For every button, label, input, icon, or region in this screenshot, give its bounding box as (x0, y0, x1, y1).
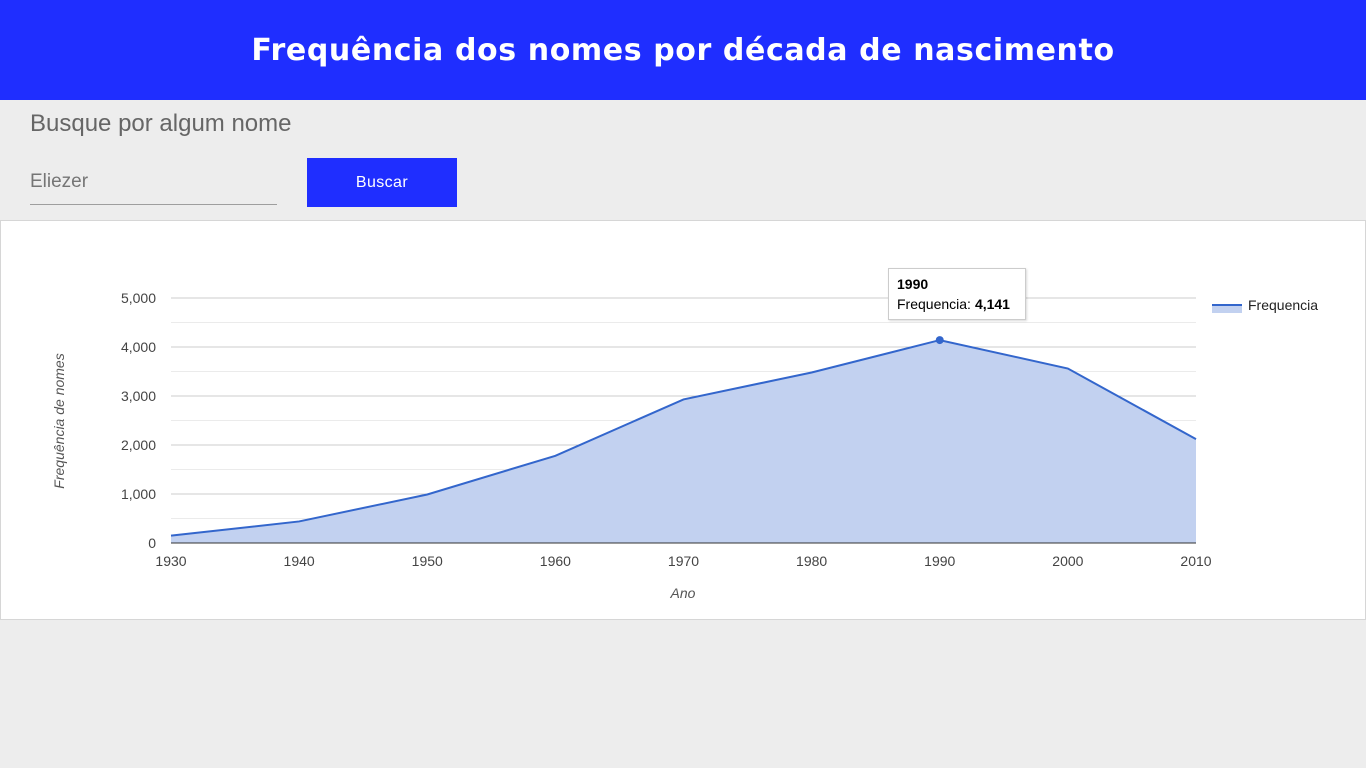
tooltip-value: 4,141 (974, 296, 1010, 312)
chart-panel: 0 1,000 2,000 3,000 4,000 5,000 1930 1940 1950 19… (0, 220, 1366, 620)
page-header: Frequência dos nomes por década de nasci… (0, 0, 1366, 100)
y-tick-label: 3,000 (121, 388, 156, 404)
y-tick-label: 5,000 (121, 290, 156, 306)
x-tick-label: 1990 (924, 553, 955, 569)
x-tick-label: 1950 (412, 553, 443, 569)
x-tick-label: 1940 (284, 553, 315, 569)
tooltip-series-label: Frequencia: (897, 296, 971, 312)
x-tick-label: 2000 (1052, 553, 1083, 569)
y-tick-label: 1,000 (121, 486, 156, 502)
legend-swatch-fill (1212, 305, 1242, 313)
y-tick-label: 2,000 (121, 437, 156, 453)
search-title: Busque por algum nome (30, 110, 292, 137)
x-axis-title: Ano (670, 585, 696, 601)
area-chart: 0 1,000 2,000 3,000 4,000 5,000 1930 1940 1950 19… (51, 290, 1318, 601)
y-tick-label: 0 (148, 535, 156, 551)
x-tick-label: 1980 (796, 553, 827, 569)
series-area-fill (171, 340, 1196, 543)
y-tick-label: 4,000 (121, 339, 156, 355)
x-tick-label: 1930 (155, 553, 186, 569)
tooltip-title: 1990 (897, 276, 929, 292)
x-tick-label: 1970 (668, 553, 699, 569)
y-axis-title: Frequência de nomes (51, 353, 67, 488)
x-tick-label: 1960 (540, 553, 571, 569)
x-tick-label: 2010 (1180, 553, 1211, 569)
search-button[interactable]: Buscar (307, 158, 457, 207)
legend-label: Frequencia (1248, 297, 1318, 313)
highlighted-data-point (935, 336, 944, 345)
chart-tooltip: 1990 Frequencia: 4,141 (888, 268, 1026, 320)
name-search-input[interactable] (30, 160, 277, 205)
legend: Frequencia (1212, 297, 1318, 313)
page-title: Frequência dos nomes por década de nasci… (251, 32, 1115, 68)
